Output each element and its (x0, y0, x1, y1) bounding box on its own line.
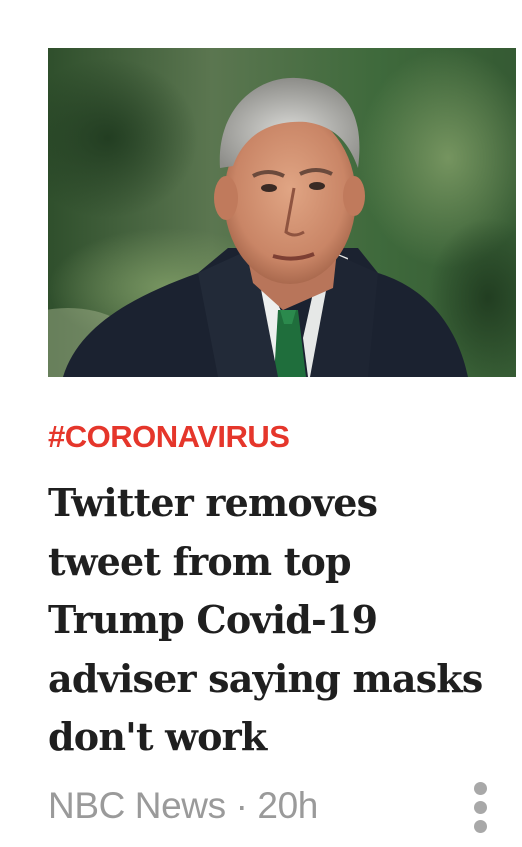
more-dot (474, 820, 487, 833)
more-dot (474, 801, 487, 814)
meta-separator: · (225, 785, 258, 826)
news-card[interactable]: #CORONAVIRUS Twitter removes tweet from … (0, 0, 522, 847)
more-dot (474, 782, 487, 795)
article-image[interactable] (48, 48, 516, 377)
portrait-illustration (48, 48, 516, 377)
article-age: 20h (257, 785, 318, 826)
article-meta: NBC News · 20h (48, 783, 318, 829)
article-headline[interactable]: Twitter removes tweet from top Trump Cov… (48, 474, 488, 767)
more-vertical-icon[interactable] (468, 778, 494, 838)
topic-tag[interactable]: #CORONAVIRUS (48, 418, 290, 456)
source-name: NBC News (48, 785, 226, 826)
